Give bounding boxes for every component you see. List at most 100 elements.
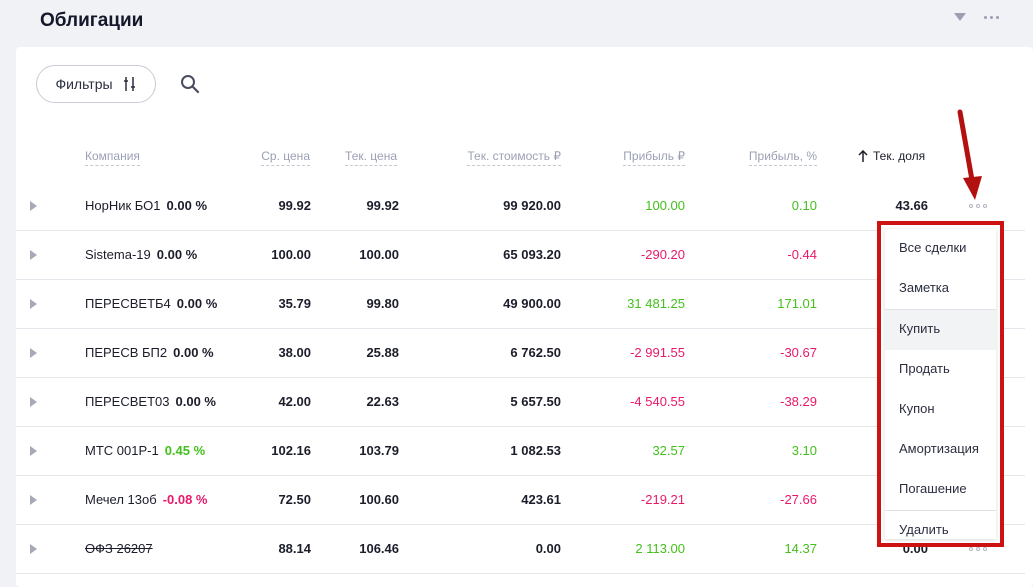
cur-price-cell: 100.00: [359, 247, 399, 262]
col-header-profit-rub[interactable]: Прибыль ₽: [623, 149, 685, 166]
cur-value-cell: 99 920.00: [503, 198, 561, 213]
sort-ascending-icon: [858, 150, 868, 162]
avg-price-cell: 35.79: [278, 296, 311, 311]
avg-price-cell: 72.50: [278, 492, 311, 507]
more-options-icon[interactable]: [984, 15, 999, 19]
company-cell: ПЕРЕСВЕТ03 0.00 %: [85, 394, 216, 409]
price-change: 0.00 %: [175, 394, 216, 409]
cur-price-cell: 99.80: [366, 296, 399, 311]
row-actions-icon[interactable]: [969, 204, 987, 208]
menu-item[interactable]: Купон: [885, 390, 996, 430]
profit-rub-cell: -290.20: [640, 247, 685, 262]
menu-item[interactable]: Продать: [885, 350, 996, 390]
price-change: 0.00 %: [166, 198, 208, 213]
expand-row-icon[interactable]: [30, 446, 37, 456]
cur-value-cell: 423.61: [521, 492, 561, 507]
company-cell: Мечел 13об -0.08 %: [85, 492, 208, 507]
search-icon[interactable]: [180, 74, 200, 94]
profit-pct-cell: 171.01: [777, 296, 817, 311]
col-header-share[interactable]: Тек. доля: [858, 149, 925, 163]
profit-rub-cell: -4 540.55: [630, 394, 685, 409]
menu-item[interactable]: Купить: [885, 310, 996, 350]
table-row[interactable]: МТС 001P-1 0.45 % 102.16 103.79 1 082.53 32.5…: [16, 426, 1025, 476]
expand-row-icon[interactable]: [30, 299, 37, 309]
collapse-icon[interactable]: [954, 13, 966, 21]
expand-row-icon[interactable]: [30, 348, 37, 358]
profit-pct-cell: -38.29: [780, 394, 817, 409]
expand-row-icon[interactable]: [30, 397, 37, 407]
company-cell: МТС 001P-1 0.45 %: [85, 443, 205, 458]
col-header-avg-price[interactable]: Ср. цена: [261, 149, 310, 166]
menu-item[interactable]: Погашение: [885, 470, 996, 510]
cur-value-cell: 49 900.00: [503, 296, 561, 311]
page-title: Облигации: [40, 10, 144, 31]
table-row[interactable]: ПЕРЕСВ БП2 0.00 % 38.00 25.88 6 762.50 -2 991…: [16, 328, 1025, 378]
cur-price-cell: 99.92: [366, 198, 399, 213]
filters-label: Фильтры: [55, 76, 113, 92]
col-header-profit-pct[interactable]: Прибыль, %: [748, 149, 817, 166]
price-change: 0.00 %: [156, 247, 198, 262]
table-row[interactable]: Sistema-19 0.00 % 100.00 100.00 65 093.20 -29…: [16, 230, 1025, 280]
table-row[interactable]: НорНик БО1 0.00 % 99.92 99.92 99 920.00 100.0…: [16, 181, 1025, 231]
company-name: ПЕРЕСВ БП2: [85, 345, 168, 360]
expand-row-icon[interactable]: [30, 201, 37, 211]
filters-button[interactable]: Фильтры: [36, 65, 156, 103]
avg-price-cell: 88.14: [278, 541, 311, 556]
company-cell: НорНик БО1 0.00 %: [85, 198, 207, 213]
company-cell: ПЕРЕСВЕТБ4 0.00 %: [85, 296, 217, 311]
profit-rub-cell: -219.21: [640, 492, 685, 507]
col-header-cur-value[interactable]: Тек. стоимость ₽: [467, 149, 561, 166]
header-actions: [954, 13, 999, 21]
company-cell: Sistema-19 0.00 %: [85, 247, 197, 262]
company-name: ПЕРЕСВЕТ03: [85, 394, 170, 409]
company-name: НорНик БО1: [85, 198, 161, 213]
price-change: 0.45 %: [164, 443, 206, 458]
expand-row-icon[interactable]: [30, 495, 37, 505]
company-name: Мечел 13об: [85, 492, 157, 507]
table-row[interactable]: ОФЗ 26207 88.14 106.46 0.00 2 113.00 14.37 0.0…: [16, 524, 1025, 574]
menu-item[interactable]: Заметка: [885, 269, 996, 309]
profit-rub-cell: 100.00: [645, 198, 685, 213]
profit-pct-cell: 14.37: [784, 541, 817, 556]
avg-price-cell: 99.92: [278, 198, 311, 213]
row-context-menu-highlight: Все сделки Заметка Купить Продать Купон Аморт…: [877, 221, 1004, 547]
company-cell: ПЕРЕСВ БП2 0.00 %: [85, 345, 214, 360]
profit-pct-cell: -30.67: [780, 345, 817, 360]
price-change: -0.08 %: [162, 492, 208, 507]
cur-value-cell: 0.00: [535, 541, 561, 556]
expand-row-icon[interactable]: [30, 544, 37, 554]
table-row[interactable]: ПЕРЕСВЕТ03 0.00 % 42.00 22.63 5 657.50 -4 540…: [16, 377, 1025, 427]
profit-rub-cell: 2 113.00: [635, 541, 685, 556]
avg-price-cell: 38.00: [278, 345, 311, 360]
expand-row-icon[interactable]: [30, 250, 37, 260]
avg-price-cell: 42.00: [278, 394, 311, 409]
cur-price-cell: 103.79: [359, 443, 399, 458]
profit-rub-cell: -2 991.55: [630, 345, 685, 360]
share-cell: 43.66: [895, 198, 928, 213]
menu-item[interactable]: Удалить: [885, 511, 996, 551]
table-row[interactable]: Мечел 13об -0.08 % 72.50 100.60 423.61 -219.2…: [16, 475, 1025, 525]
company-name: ОФЗ 26207: [85, 541, 153, 556]
menu-item[interactable]: Все сделки: [885, 229, 996, 269]
cur-value-cell: 1 082.53: [510, 443, 561, 458]
profit-pct-cell: -27.66: [780, 492, 817, 507]
col-header-company[interactable]: Компания: [85, 149, 140, 166]
menu-item[interactable]: Амортизация: [885, 430, 996, 470]
profit-pct-cell: 3.10: [791, 443, 817, 458]
cur-value-cell: 6 762.50: [510, 345, 561, 360]
cur-price-cell: 25.88: [366, 345, 399, 360]
profit-pct-cell: -0.44: [787, 247, 817, 262]
col-header-cur-price[interactable]: Тек. цена: [345, 149, 397, 166]
pointer-arrow-annotation: [957, 109, 982, 200]
avg-price-cell: 102.16: [271, 443, 311, 458]
price-change: 0.00 %: [176, 296, 218, 311]
company-name: Sistema-19: [85, 247, 151, 262]
table-row[interactable]: ПЕРЕСВЕТБ4 0.00 % 35.79 99.80 49 900.00 31 48…: [16, 279, 1025, 329]
company-cell: ОФЗ 26207: [85, 541, 159, 556]
profit-rub-cell: 31 481.25: [627, 296, 685, 311]
filter-sliders-icon: [123, 77, 135, 91]
price-change: 0.00 %: [173, 345, 214, 360]
cur-price-cell: 100.60: [359, 492, 399, 507]
company-name: ПЕРЕСВЕТБ4: [85, 296, 171, 311]
row-context-menu: Все сделки Заметка Купить Продать Купон Аморт…: [885, 229, 996, 539]
